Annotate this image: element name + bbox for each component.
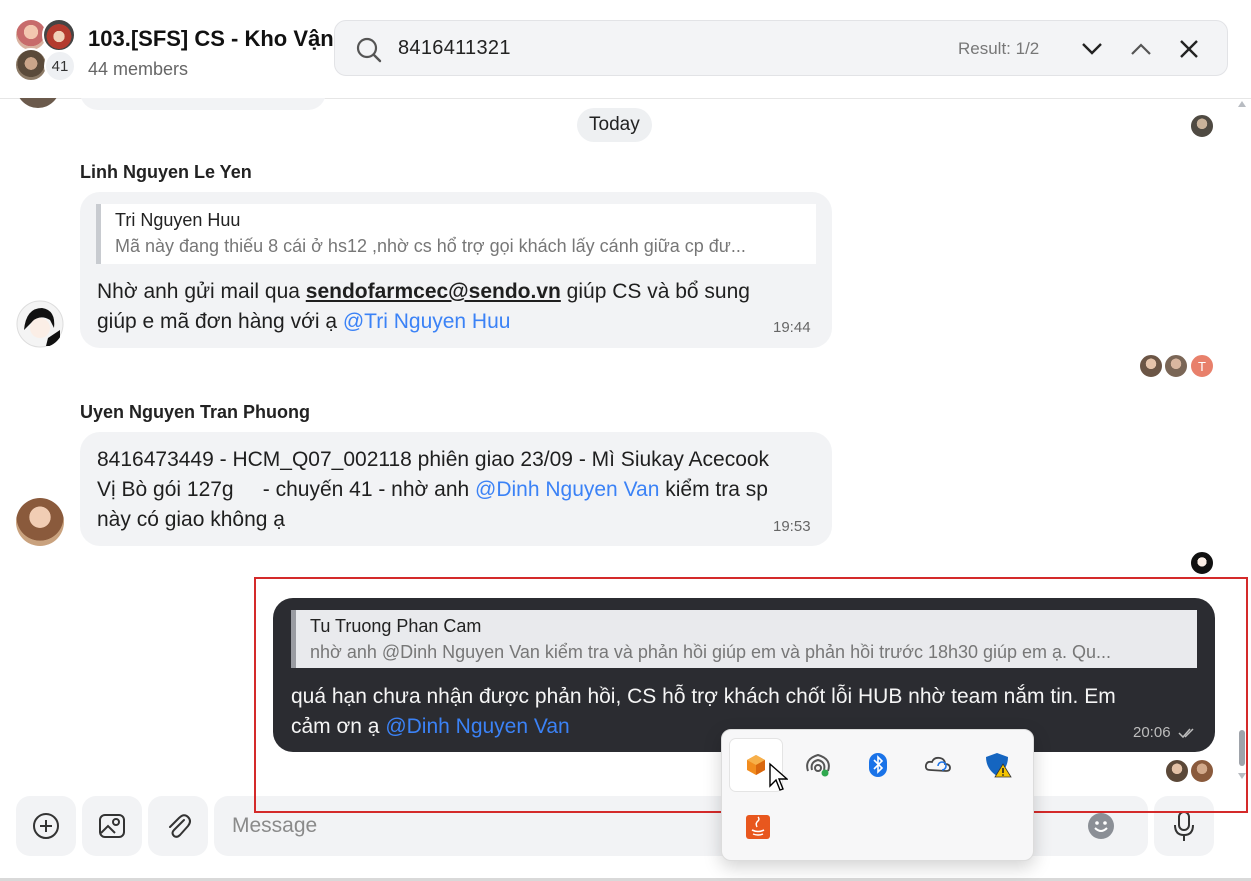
system-tray-popup	[721, 729, 1034, 861]
member-count-badge: 41	[44, 50, 76, 82]
search-bar[interactable]: 8416411321 Result: 1/2	[334, 20, 1228, 76]
previous-result-button[interactable]	[1126, 35, 1156, 63]
message-bubble[interactable]: Tri Nguyen Huu Mã này đang thiếu 8 cái ở…	[80, 192, 832, 348]
tray-item[interactable]	[732, 801, 784, 853]
member-avatar	[42, 18, 76, 52]
seen-avatar	[1190, 759, 1214, 783]
quote-author: Tu Truong Phan Cam	[310, 616, 482, 636]
date-divider: Today	[577, 108, 652, 142]
member-avatar	[14, 48, 48, 82]
tray-item[interactable]	[792, 739, 844, 791]
message-bubble[interactable]: 8416473449 - HCM_Q07_002118 phiên giao 2…	[80, 432, 832, 546]
cursor-icon	[769, 762, 788, 791]
mention-link[interactable]: @Dinh Nguyen Van	[385, 715, 569, 738]
attach-button[interactable]	[148, 796, 208, 856]
microphone-icon	[1174, 811, 1194, 841]
message-list[interactable]: Today Linh Nguyen Le Yen Tri Nguyen Huu …	[0, 98, 1251, 788]
seen-avatar	[1165, 759, 1189, 783]
message-composer: Message	[0, 790, 1251, 881]
sender-name[interactable]: Uyen Nguyen Tran Phuong	[80, 402, 310, 423]
text-segment: Nhờ anh gửi mail qua	[97, 280, 306, 303]
reply-quote[interactable]: Tu Truong Phan Cam nhờ anh @Dinh Nguyen …	[291, 610, 1197, 668]
network-icon	[806, 753, 830, 777]
plus-circle-icon	[33, 813, 59, 839]
image-button[interactable]	[82, 796, 142, 856]
emoji-button[interactable]	[1088, 813, 1114, 839]
tray-item[interactable]	[972, 739, 1024, 791]
search-icon	[356, 37, 382, 63]
next-result-button[interactable]	[1077, 35, 1107, 63]
add-button[interactable]	[16, 796, 76, 856]
scroll-thumb[interactable]	[1239, 730, 1245, 766]
emoji-icon	[1094, 821, 1108, 832]
mention-link[interactable]: @Tri Nguyen Huu	[343, 310, 511, 333]
quote-text: nhờ anh @Dinh Nguyen Van kiểm tra và phả…	[310, 642, 1112, 662]
java-icon	[746, 815, 770, 839]
sender-name[interactable]: Linh Nguyen Le Yen	[80, 162, 252, 183]
scrollbar[interactable]	[1236, 100, 1248, 780]
avatar[interactable]	[16, 498, 64, 546]
member-count[interactable]: 44 members	[88, 59, 188, 80]
message-bubble[interactable]	[80, 98, 326, 110]
avatar[interactable]	[16, 300, 64, 348]
chevron-down-icon	[1082, 43, 1102, 55]
orange-app-icon	[747, 755, 765, 775]
text-segment: này có giao không ạ	[97, 508, 285, 531]
mention-link[interactable]: @Dinh Nguyen Van	[475, 478, 659, 501]
text-segment: quá hạn chưa nhận được phản hồi, CS hỗ t…	[291, 685, 1116, 708]
seen-avatar	[1190, 551, 1214, 575]
group-avatar[interactable]: 41	[14, 18, 78, 82]
quote-author: Tri Nguyen Huu	[115, 210, 241, 230]
text-segment: cảm ơn ạ	[291, 715, 386, 738]
onedrive-icon	[924, 756, 951, 772]
text-segment: giúp e mã đơn hàng với ạ	[97, 310, 343, 333]
email-link[interactable]: sendofarmcec@sendo.vn	[306, 280, 561, 303]
tray-item[interactable]	[852, 739, 904, 791]
double-check-icon	[1178, 728, 1194, 739]
user-avatar-illustration	[16, 300, 64, 348]
reply-quote[interactable]: Tri Nguyen Huu Mã này đang thiếu 8 cái ở…	[96, 204, 816, 264]
bluetooth-icon	[869, 753, 887, 777]
avatar[interactable]	[16, 98, 60, 108]
voice-button[interactable]	[1154, 796, 1214, 856]
tray-item[interactable]	[912, 739, 964, 791]
scroll-up-icon[interactable]	[1237, 100, 1247, 108]
message-time: 19:53	[773, 518, 811, 535]
close-icon	[1180, 40, 1198, 58]
scroll-down-icon[interactable]	[1237, 772, 1247, 780]
message-time: 19:44	[773, 319, 811, 336]
text-segment: Vị Bò gói 127g - chuyến 41 - nhờ anh	[97, 478, 476, 501]
close-search-button[interactable]	[1174, 35, 1204, 63]
paperclip-icon	[169, 814, 191, 838]
seen-avatar	[1139, 354, 1163, 378]
security-warning-icon	[986, 753, 1012, 778]
chevron-up-icon	[1131, 43, 1151, 55]
message-placeholder: Message	[232, 814, 318, 837]
group-title[interactable]: 103.[SFS] CS - Kho Vận	[88, 26, 334, 52]
message-time: 20:06	[1133, 724, 1171, 741]
image-icon	[99, 814, 125, 838]
seen-avatar	[1190, 114, 1214, 138]
text-segment: kiểm tra sp	[659, 478, 768, 501]
text-segment: giúp CS và bổ sung	[560, 280, 750, 303]
text-segment: 8416473449 - HCM_Q07_002118 phiên giao 2…	[97, 448, 770, 471]
seen-avatar	[1164, 354, 1188, 378]
search-result-count: Result: 1/2	[958, 39, 1040, 58]
search-input[interactable]: 8416411321	[398, 37, 511, 60]
chat-header: 41 103.[SFS] CS - Kho Vận 44 members 841…	[0, 0, 1251, 99]
message-text: Nhờ anh gửi mail qua sendofarmcec@sendo.…	[97, 277, 817, 337]
quote-text: Mã này đang thiếu 8 cái ở hs12 ,nhờ cs h…	[115, 236, 746, 256]
seen-avatar: T	[1190, 354, 1214, 378]
message-text: 8416473449 - HCM_Q07_002118 phiên giao 2…	[97, 445, 827, 535]
